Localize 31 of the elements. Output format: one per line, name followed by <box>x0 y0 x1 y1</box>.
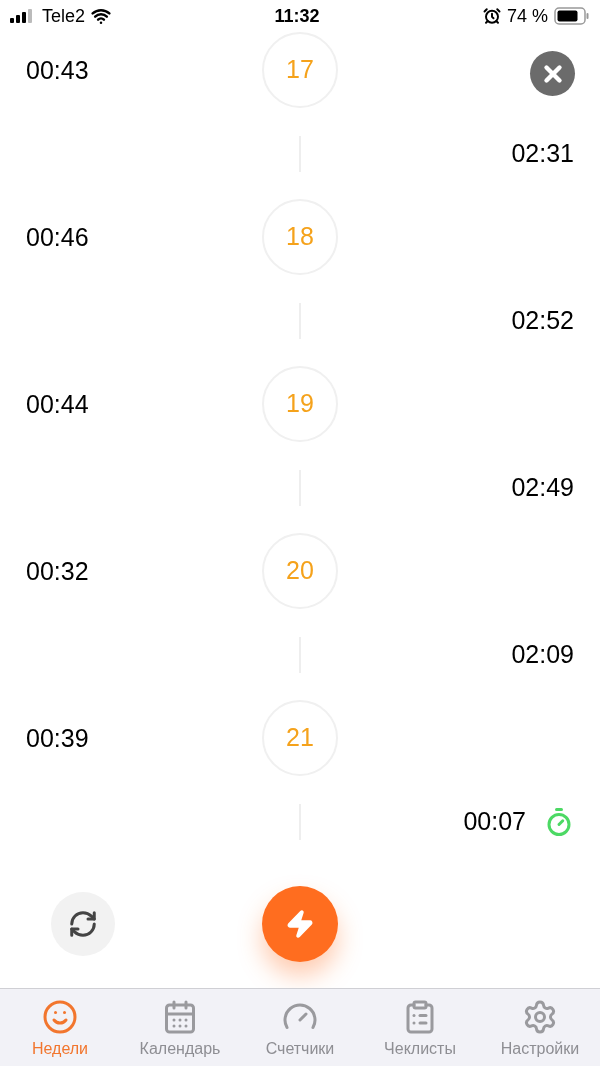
clock-time: 11:32 <box>274 7 320 25</box>
tab[interactable]: Счетчики <box>240 989 360 1066</box>
contraction-number: 19 <box>262 366 338 442</box>
contraction-number: 20 <box>262 533 338 609</box>
interval-duration: 02:31 <box>511 137 574 169</box>
carrier-name: Tele2 <box>42 7 86 25</box>
contraction-duration: 00:32 <box>26 558 89 584</box>
interval-duration: 02:09 <box>511 638 574 670</box>
battery-icon <box>554 7 590 25</box>
contraction-number: 21 <box>262 700 338 776</box>
contraction-duration: 00:43 <box>26 57 89 83</box>
close-button[interactable] <box>530 51 575 96</box>
tab[interactable]: Недели <box>0 989 120 1066</box>
tab[interactable]: Календарь <box>120 989 240 1066</box>
battery-percent: 74 % <box>506 4 548 28</box>
interval-duration: 00:07 <box>463 805 526 837</box>
contraction-duration: 00:44 <box>26 391 89 417</box>
calendar-icon <box>162 999 198 1035</box>
interval-duration: 02:52 <box>511 304 574 336</box>
refresh-icon <box>68 909 98 939</box>
contraction-duration: 00:39 <box>26 725 89 751</box>
interval-duration: 02:49 <box>511 471 574 503</box>
contraction-duration: 00:46 <box>26 224 89 250</box>
lightning-icon <box>285 909 315 939</box>
tab[interactable]: Настройки <box>480 989 600 1066</box>
contraction-number: 18 <box>262 199 338 275</box>
quick-action-button[interactable] <box>262 886 338 962</box>
settings-icon <box>522 999 558 1035</box>
alarm-icon <box>482 7 501 25</box>
tab[interactable]: Чеклисты <box>360 989 480 1066</box>
wifi-icon <box>91 6 112 26</box>
